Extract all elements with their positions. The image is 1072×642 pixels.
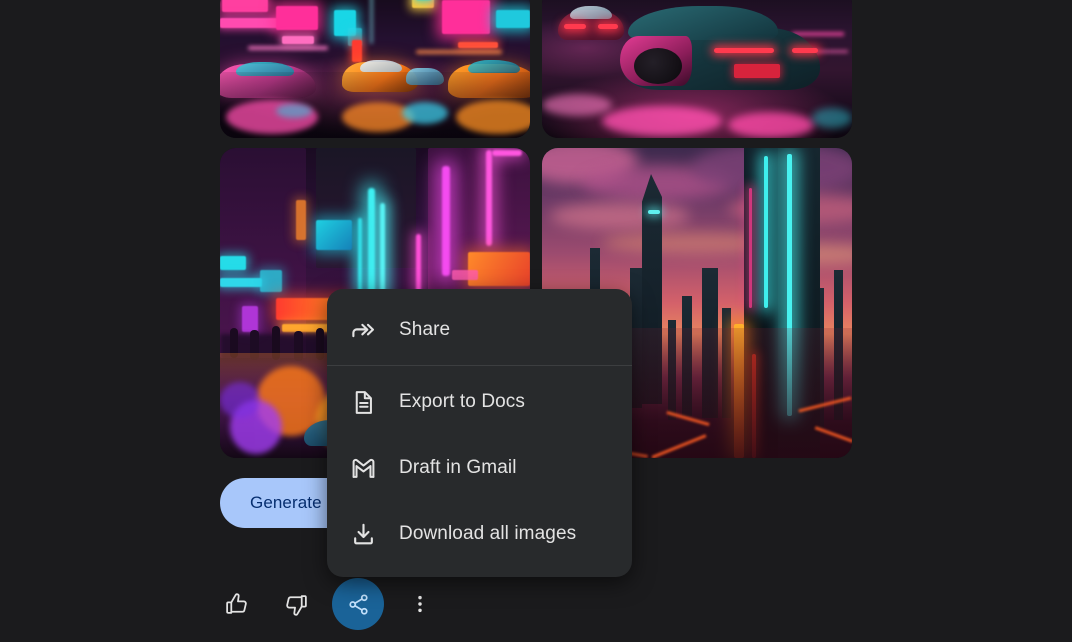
response-action-bar (212, 578, 444, 630)
menu-divider (327, 365, 632, 366)
menu-item-share-label: Share (399, 319, 451, 340)
thumb-up-button[interactable] (212, 580, 260, 628)
menu-item-export-to-docs[interactable]: Export to Docs (327, 369, 632, 435)
download-icon (349, 520, 377, 548)
share-button[interactable] (332, 578, 384, 630)
share-export-menu: Share Export to Docs Draft in Gmail Down… (327, 289, 632, 577)
menu-item-draft-in-gmail[interactable]: Draft in Gmail (327, 435, 632, 501)
thumb-down-icon (284, 592, 309, 617)
result-image-2[interactable] (542, 0, 852, 138)
menu-item-draft-in-gmail-label: Draft in Gmail (399, 457, 517, 478)
artwork-supercar-rear-view (542, 0, 852, 138)
artwork-neon-street-racers (220, 0, 530, 138)
app-root: Generate more Share Export to Docs Draft… (0, 0, 1072, 642)
image-grid-row-top (220, 0, 852, 138)
result-image-1[interactable] (220, 0, 530, 138)
menu-item-export-to-docs-label: Export to Docs (399, 391, 526, 412)
menu-item-download-all-images-label: Download all images (399, 523, 577, 544)
menu-item-download-all-images[interactable]: Download all images (327, 501, 632, 567)
share-arrow-icon (349, 316, 377, 344)
document-icon (349, 388, 377, 416)
more-vert-icon (409, 593, 431, 615)
more-options-button[interactable] (396, 580, 444, 628)
gmail-icon (349, 454, 377, 482)
share-nodes-icon (347, 593, 370, 616)
thumb-up-icon (224, 592, 249, 617)
thumb-down-button[interactable] (272, 580, 320, 628)
menu-item-share[interactable]: Share (327, 297, 632, 363)
